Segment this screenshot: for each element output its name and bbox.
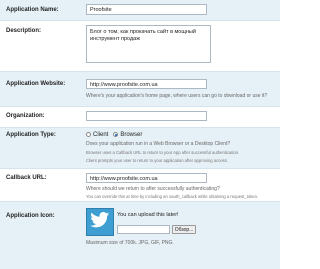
callback-url-input[interactable]: http://www.proofsite.com.ua — [86, 173, 207, 183]
application-icon-preview — [86, 208, 114, 236]
application-website-input[interactable]: http://www.proofsite.com.ua — [86, 79, 207, 89]
description-textarea[interactable]: Блог о том, как прокачать сайт в мощный … — [86, 25, 211, 63]
application-website-label: Application Website: — [6, 81, 66, 87]
description-label: Description: — [6, 28, 42, 34]
organization-label: Organization: — [6, 113, 45, 119]
organization-input[interactable] — [86, 111, 207, 121]
application-type-radio-group: Client Browser — [86, 130, 147, 139]
application-type-hint-browser: Browser uses a Callback URL to return to… — [86, 150, 240, 155]
callback-url-label: Callback URL: — [6, 175, 47, 181]
client-radio[interactable] — [86, 132, 91, 137]
icon-max-size-note: Maximum size of 700k. JPG, GIF, PNG. — [86, 240, 174, 246]
application-type-label: Application Type: — [6, 132, 56, 138]
callback-url-hint-small: You can override this at time by includi… — [86, 194, 259, 199]
twitter-bird-icon — [90, 211, 110, 233]
callback-url-hint: Where should we return to after successf… — [86, 186, 220, 192]
application-website-hint: Where's your application's home page, wh… — [86, 93, 268, 99]
application-icon-label: Application Icon: — [6, 213, 55, 219]
application-type-hint: Does your application run in a Web Brows… — [86, 141, 231, 147]
browser-radio[interactable] — [113, 132, 119, 137]
row-bg-application-website — [0, 72, 280, 106]
upload-later-note: You can upload this later! — [117, 212, 179, 218]
application-name-input[interactable]: Proofsite — [86, 4, 207, 15]
application-type-hint-client: Client prompts your user to return to yo… — [86, 158, 228, 163]
icon-file-input[interactable] — [117, 225, 170, 234]
browse-button[interactable]: Обзор... — [172, 225, 196, 234]
client-radio-label[interactable]: Client — [93, 132, 108, 138]
application-name-label: Application Name: — [6, 7, 59, 13]
browser-radio-label[interactable]: Browser — [120, 132, 142, 138]
